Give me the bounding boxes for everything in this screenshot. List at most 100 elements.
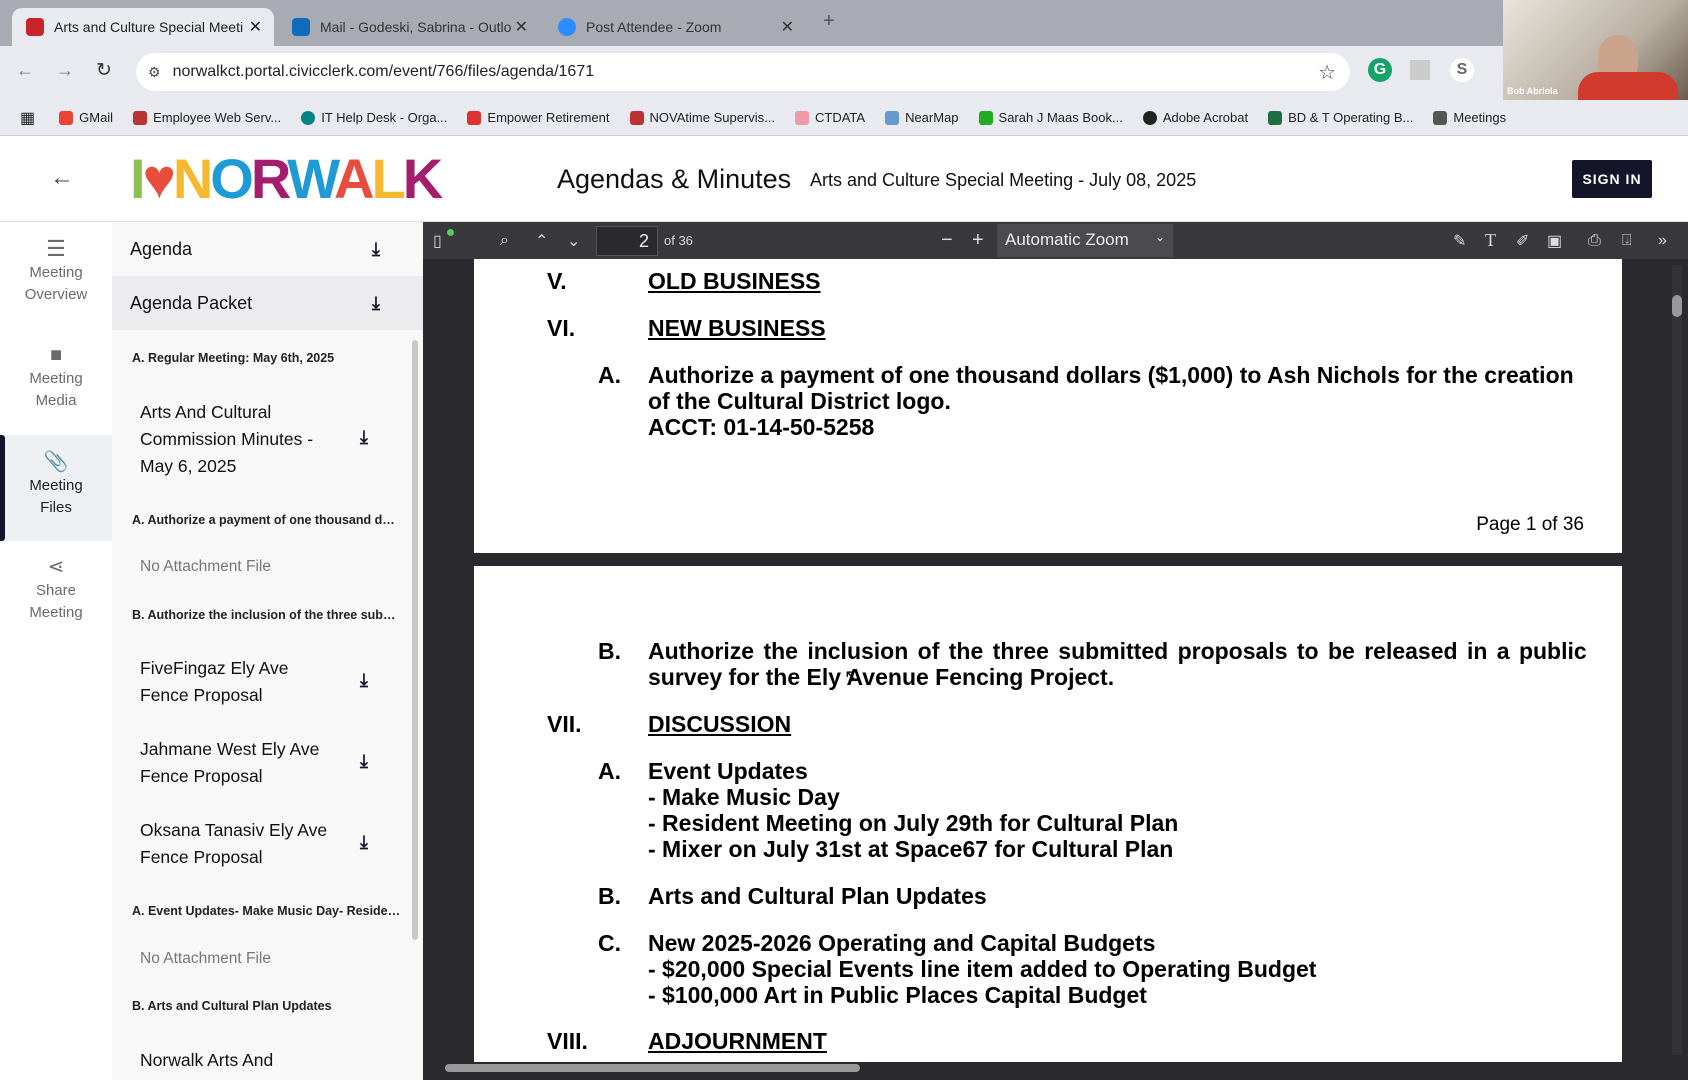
text: Meeting: [29, 264, 83, 281]
item-text: Arts and Cultural Plan Updates: [648, 883, 987, 909]
grammarly-icon[interactable]: G: [1368, 58, 1392, 82]
new-tab-button[interactable]: +: [823, 10, 835, 33]
item-letter: A.: [598, 758, 621, 784]
text: [59, 110, 74, 125]
agenda-row[interactable]: Agenda ⤓: [112, 222, 423, 276]
nav-share-meeting[interactable]: ⋖ Share Meeting: [0, 554, 112, 644]
text: [1672, 295, 1682, 317]
previous-page-icon[interactable]: ⌃: [535, 222, 548, 259]
section-number: VII.: [547, 711, 582, 737]
s-extension-icon[interactable]: S: [1450, 58, 1474, 82]
bookmark[interactable]: Meetings: [1433, 110, 1506, 125]
bookmark[interactable]: Empower Retirement: [467, 110, 610, 125]
item-heading: A. Event Updates- Make Music Day- Reside…: [132, 904, 402, 918]
close-icon[interactable]: ✕: [249, 17, 262, 37]
tab-arts-meeting[interactable]: Arts and Culture Special Meeti ✕: [12, 8, 274, 46]
bookmark[interactable]: Sarah J Maas Book...: [978, 110, 1123, 125]
bookmark[interactable]: NearMap: [885, 110, 959, 125]
text: I: [130, 147, 145, 210]
text: [1142, 110, 1157, 125]
text: Commission Minutes -: [140, 429, 314, 449]
text: O: [210, 147, 254, 210]
item-letter: A.: [598, 362, 621, 388]
nav-meeting-media[interactable]: ■ Meeting Media: [0, 342, 112, 432]
extension-icon[interactable]: [1410, 60, 1430, 80]
text: Norwalk Arts And: [140, 1050, 274, 1070]
draw-icon[interactable]: ✐: [1516, 222, 1529, 259]
tab-zoom[interactable]: Post Attendee - Zoom ✕: [544, 8, 806, 46]
bookmark[interactable]: CTDATA: [794, 110, 865, 125]
page-count: of 36: [664, 233, 693, 248]
bookmark[interactable]: Adobe Acrobat: [1142, 110, 1248, 125]
agenda-packet-row[interactable]: Agenda Packet ⤓: [112, 276, 423, 330]
text: Jahmane West Ely Ave: [140, 739, 320, 759]
text: NOVAtime Supervis...: [649, 110, 775, 125]
download-icon[interactable]: ⤓: [360, 427, 368, 448]
bookmark[interactable]: IT Help Desk - Orga...: [301, 110, 447, 125]
tab-mail[interactable]: Mail - Godeski, Sabrina - Outlo ✕: [278, 8, 540, 46]
page-number-input[interactable]: 2: [596, 226, 658, 256]
bookmark[interactable]: Employee Web Serv...: [133, 110, 281, 125]
text: Meeting: [29, 370, 83, 387]
highlight-icon[interactable]: ✎: [1453, 222, 1466, 259]
search-icon[interactable]: ⌕: [500, 222, 509, 259]
zoom-out-icon[interactable]: −: [941, 222, 953, 259]
download-icon[interactable]: ⤓: [360, 832, 368, 853]
zoom-in-icon[interactable]: +: [972, 222, 984, 259]
forward-icon[interactable]: →: [56, 60, 74, 81]
vertical-scrollbar[interactable]: [1672, 265, 1682, 1055]
norwalk-logo[interactable]: I♥NORWALK: [130, 151, 443, 207]
url-text: norwalkct.portal.civicclerk.com/event/76…: [172, 63, 595, 80]
star-icon[interactable]: ☆: [1318, 60, 1336, 85]
text: Automatic Zoom: [1005, 230, 1129, 249]
download-icon[interactable]: ⤓: [372, 293, 380, 314]
list-icon: ☰: [46, 236, 66, 261]
next-page-icon[interactable]: ⌄: [567, 222, 580, 259]
zoom-select[interactable]: Automatic Zoom ⌄: [997, 224, 1173, 257]
close-icon[interactable]: ✕: [515, 17, 528, 37]
back-icon[interactable]: ←: [16, 60, 34, 81]
file-item[interactable]: Norwalk Arts And: [140, 1047, 340, 1074]
item-text: - $100,000 Art in Public Places Capital …: [648, 982, 1147, 1008]
close-icon[interactable]: ✕: [781, 17, 794, 37]
text: [794, 110, 809, 125]
text: Fence Proposal: [140, 685, 263, 705]
bookmark[interactable]: GMail: [59, 110, 113, 125]
nav-meeting-overview[interactable]: ☰ Meeting Overview: [0, 236, 112, 326]
file-item[interactable]: Oksana Tanasiv Ely Ave Fence Proposal: [140, 817, 340, 871]
mouse-cursor-icon: ↖: [844, 666, 860, 686]
text: Employee Web Serv...: [153, 110, 282, 125]
bookmark[interactable]: BD & T Operating B...: [1268, 110, 1413, 125]
download-icon[interactable]: ⤓: [372, 239, 380, 260]
sign-in-button[interactable]: SIGN IN: [1572, 160, 1652, 198]
horizontal-scrollbar[interactable]: [428, 1064, 1668, 1074]
apps-icon[interactable]: ▦: [20, 108, 35, 128]
file-item[interactable]: FiveFingaz Ely Ave Fence Proposal: [140, 655, 340, 709]
text-icon[interactable]: T: [1485, 222, 1496, 259]
download-icon[interactable]: ⤓: [360, 670, 368, 691]
scrollbar[interactable]: [412, 340, 418, 940]
text: GMail: [79, 110, 114, 125]
text: Files: [40, 499, 72, 516]
paperclip-icon: 📎: [43, 451, 69, 473]
section-number: V.: [547, 268, 567, 294]
site-info-icon[interactable]: ⚙: [148, 64, 161, 81]
back-arrow-icon[interactable]: ←: [50, 164, 74, 192]
print-icon[interactable]: ⎙: [1588, 222, 1601, 259]
text: Agenda: [130, 238, 193, 259]
outlook-icon: [292, 18, 310, 36]
download-icon[interactable]: ⤓: [360, 751, 368, 772]
text: [978, 110, 993, 125]
more-tools-icon[interactable]: »: [1658, 222, 1667, 259]
file-item[interactable]: Arts And Cultural Commission Minutes - May…: [140, 399, 340, 480]
tab-title: Arts and Culture Special Meeti: [54, 19, 244, 35]
bookmark[interactable]: NOVAtime Supervis...: [629, 110, 775, 125]
reload-icon[interactable]: ↻: [96, 59, 112, 82]
section-title: NEW BUSINESS: [648, 315, 826, 341]
image-icon[interactable]: ▣: [1547, 222, 1562, 259]
nav-meeting-files[interactable]: 📎 Meeting Files: [0, 435, 112, 541]
address-bar[interactable]: ⚙ norwalkct.portal.civicclerk.com/event/…: [136, 53, 1350, 91]
save-icon[interactable]: ⍗: [1622, 222, 1632, 259]
file-item[interactable]: Jahmane West Ely Ave Fence Proposal: [140, 736, 340, 790]
sidebar-toggle-icon[interactable]: ▯: [433, 222, 442, 259]
